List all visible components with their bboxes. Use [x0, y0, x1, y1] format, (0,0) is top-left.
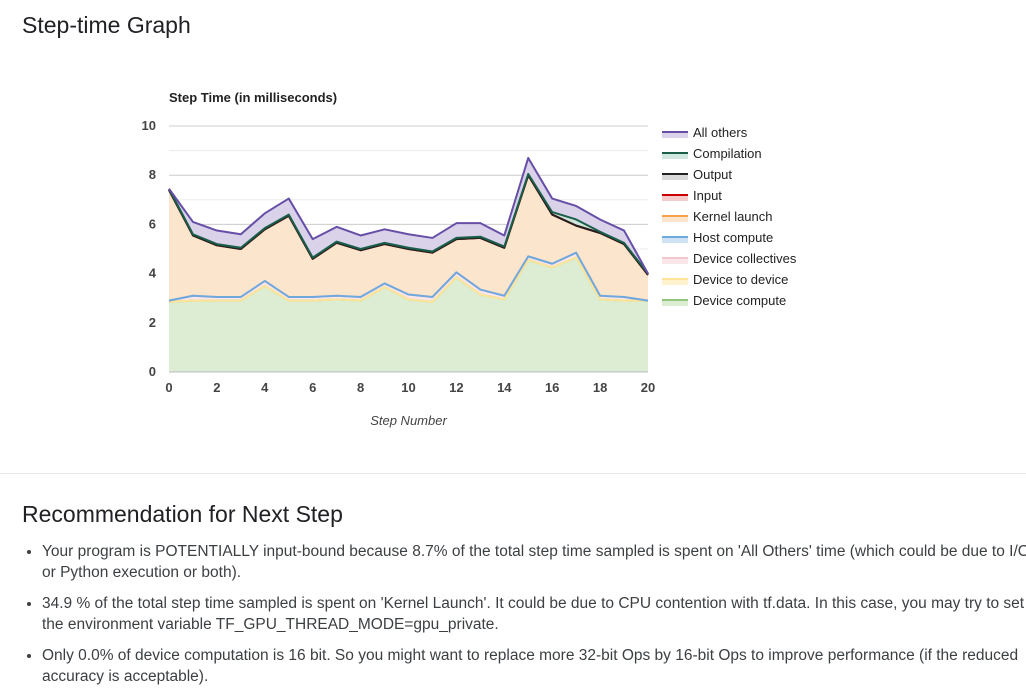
recommendation-item: Your program is POTENTIALLY input-bound …: [42, 541, 1026, 583]
y-tick-label: 2: [149, 315, 156, 330]
recommendation-item: Only 0.0% of device computation is 16 bi…: [42, 645, 1026, 687]
y-tick-label: 6: [149, 216, 156, 231]
legend-label: All others: [693, 125, 748, 140]
legend-label: Input: [693, 188, 722, 203]
x-tick-label: 0: [165, 380, 172, 395]
legend-label: Device collectives: [693, 251, 797, 266]
legend-item: Host compute: [662, 230, 773, 245]
x-tick-label: 18: [593, 380, 607, 395]
chart-title: Step Time (in milliseconds): [169, 90, 337, 105]
y-tick-label: 8: [149, 167, 156, 182]
legend-label: Kernel launch: [693, 209, 773, 224]
x-tick-label: 8: [357, 380, 364, 395]
legend-item: Input: [662, 188, 722, 203]
legend-item: Device to device: [662, 272, 788, 287]
recommendation-title: Recommendation for Next Step: [22, 501, 343, 527]
legend-label: Host compute: [693, 230, 773, 245]
legend-item: Kernel launch: [662, 209, 773, 224]
legend-label: Device compute: [693, 293, 786, 308]
x-tick-label: 16: [545, 380, 559, 395]
legend-item: Device collectives: [662, 251, 797, 266]
legend-item: Compilation: [662, 146, 762, 161]
x-tick-label: 14: [497, 380, 512, 395]
step-time-chart: Step Time (in milliseconds) 0 2 4 6 8 10 0 2 4 6 8 1…: [142, 90, 797, 428]
x-tick-label: 2: [213, 380, 220, 395]
x-tick-label: 20: [641, 380, 655, 395]
x-tick-label: 6: [309, 380, 316, 395]
legend-item: All others: [662, 125, 748, 140]
legend-label: Compilation: [693, 146, 762, 161]
recommendation-list: Your program is POTENTIALLY input-bound …: [22, 541, 1026, 697]
legend-item: Output: [662, 167, 732, 182]
y-tick-label: 0: [149, 364, 156, 379]
y-tick-label: 4: [149, 266, 157, 281]
x-axis-label: Step Number: [370, 413, 447, 428]
legend-label: Device to device: [693, 272, 788, 287]
x-tick-label: 12: [449, 380, 463, 395]
recommendation-item: 34.9 % of the total step time sampled is…: [42, 593, 1026, 635]
x-tick-label: 4: [261, 380, 269, 395]
y-tick-label: 10: [142, 118, 156, 133]
section-divider: [0, 473, 1026, 474]
legend-item: Device compute: [662, 293, 786, 308]
legend-label: Output: [693, 167, 732, 182]
x-tick-label: 10: [401, 380, 415, 395]
